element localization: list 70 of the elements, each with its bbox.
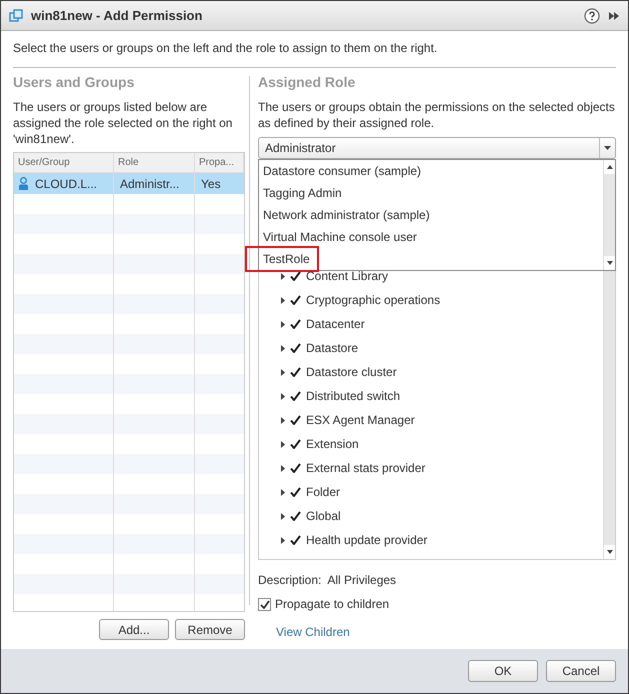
expand-icon[interactable]: [608, 10, 620, 20]
window-title: win81new - Add Permission: [31, 6, 202, 25]
tree-item[interactable]: Health update provider: [259, 528, 603, 552]
privilege-label: Health update provider: [306, 532, 428, 549]
tree-item[interactable]: ESX Agent Manager: [259, 408, 603, 432]
caret-icon: [604, 146, 611, 150]
expand-arrow-icon[interactable]: [281, 536, 285, 544]
instruction-text: Select the users or groups on the left and the role to assign to them on the right.: [13, 39, 616, 68]
expand-arrow-icon[interactable]: [281, 368, 285, 376]
privilege-label: ESX Agent Manager: [306, 412, 415, 429]
vm-group-icon: [9, 8, 23, 22]
expand-arrow-icon[interactable]: [281, 440, 285, 448]
dialog-button[interactable]: OK: [468, 660, 538, 682]
expand-arrow-icon[interactable]: [281, 272, 285, 280]
role-option[interactable]: Network administrator (sample): [259, 204, 603, 226]
role-option[interactable]: Tagging Admin: [259, 182, 603, 204]
description-label: Description:: [258, 572, 322, 589]
table-action-button[interactable]: Remove: [175, 619, 245, 640]
role-option[interactable]: Virtual Machine console user: [259, 226, 603, 248]
section-heading: Users and Groups: [13, 73, 136, 92]
privilege-label: Datacenter: [306, 316, 365, 333]
expand-arrow-icon[interactable]: [281, 512, 285, 520]
expand-arrow-icon[interactable]: [281, 488, 285, 496]
tree-item[interactable]: Folder: [259, 480, 603, 504]
expand-arrow-icon[interactable]: [281, 416, 285, 424]
expand-arrow-icon[interactable]: [281, 344, 285, 352]
privilege-label: Cryptographic operations: [306, 292, 440, 309]
tree-item[interactable]: External stats provider: [259, 456, 603, 480]
column-header[interactable]: Role: [114, 153, 195, 172]
propagate-checkbox[interactable]: [258, 598, 271, 610]
privilege-label: Content Library: [306, 268, 388, 285]
scroll-down-icon[interactable]: [606, 550, 612, 554]
scroll-up-icon[interactable]: [606, 165, 612, 169]
expand-arrow-icon[interactable]: [281, 320, 285, 328]
tree-item[interactable]: Datacenter: [259, 312, 603, 336]
expand-arrow-icon[interactable]: [281, 464, 285, 472]
section-description: The users or groups obtain the permissions on the selected objects as defined by their assigned role.: [258, 99, 616, 132]
section-heading: Assigned Role: [258, 73, 356, 92]
privilege-label: External stats provider: [306, 460, 426, 477]
scrollbar[interactable]: [603, 160, 615, 270]
user-icon: [18, 176, 29, 190]
column-header[interactable]: Propa...: [195, 153, 244, 172]
privilege-label: Datastore: [306, 340, 358, 357]
dialog-button[interactable]: Cancel: [546, 660, 616, 682]
privilege-label: Folder: [306, 484, 340, 501]
section-description: The users or groups listed below are assigned the role selected on the right on 'win81new'.: [13, 99, 234, 148]
privilege-label: Extension: [306, 436, 359, 453]
table-row[interactable]: CLOUD.L... Administr... Yes: [14, 173, 244, 194]
tree-item[interactable]: Global: [259, 504, 603, 528]
help-icon[interactable]: [584, 8, 600, 24]
description-value: All Privileges: [327, 572, 396, 589]
expand-arrow-icon[interactable]: [281, 296, 285, 304]
expand-arrow-icon[interactable]: [281, 392, 285, 400]
table-cell-text: Yes: [200, 176, 222, 192]
tree-item[interactable]: Datastore cluster: [259, 360, 603, 384]
scroll-down-icon[interactable]: [606, 261, 612, 265]
tree-item[interactable]: Distributed switch: [259, 384, 603, 408]
checkbox-label: Propagate to children: [275, 596, 390, 613]
role-dropdown[interactable]: Administrator: [258, 137, 616, 159]
privilege-label: Global: [306, 508, 341, 525]
tree-item[interactable]: Extension: [259, 432, 603, 456]
column-header[interactable]: User/Group: [14, 153, 114, 172]
privilege-label: Distributed switch: [306, 388, 400, 405]
check-icon: [260, 600, 270, 608]
view-children-link[interactable]: View Children: [276, 623, 350, 641]
role-option[interactable]: Datastore consumer (sample): [259, 160, 603, 182]
table-action-button[interactable]: Add...: [99, 619, 169, 640]
tree-item[interactable]: Cryptographic operations: [259, 288, 603, 312]
tree-item[interactable]: Datastore: [259, 336, 603, 360]
privilege-label: Datastore cluster: [306, 364, 397, 381]
